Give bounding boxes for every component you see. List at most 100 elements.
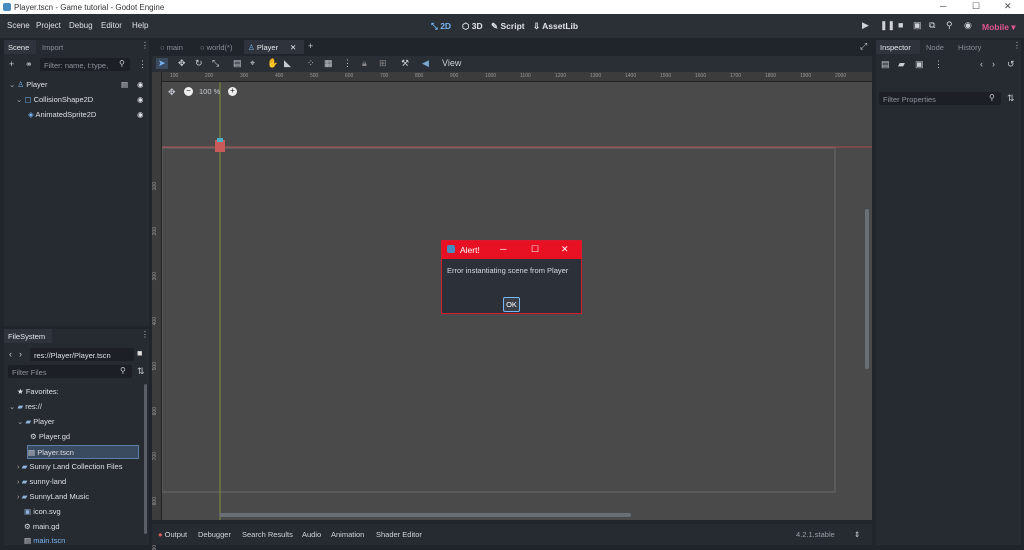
pan-view-icon[interactable]: ✥ xyxy=(168,87,176,98)
dock-menu-icon[interactable]: ⋮ xyxy=(1013,41,1021,50)
menu-editor[interactable]: Editor xyxy=(101,21,122,30)
renderer-selector[interactable]: Mobile ▾ xyxy=(982,22,1016,33)
view-menu[interactable]: View xyxy=(442,58,461,68)
menu-help[interactable]: Help xyxy=(132,21,148,30)
back-icon[interactable]: ‹ xyxy=(9,349,12,359)
ruler-horizontal[interactable]: 100 200 300 400 500 600 700 800 900 1000 1100 1200 1… xyxy=(152,72,872,82)
mode-assetlib-button[interactable]: ⇩ AssetLib xyxy=(533,21,578,32)
add-node-icon[interactable]: + xyxy=(9,59,14,69)
mode-3d-button[interactable]: ⬡ 3D xyxy=(462,21,483,32)
play-custom-icon[interactable]: ⚲ xyxy=(946,20,953,31)
history-forward-icon[interactable]: › xyxy=(992,59,995,69)
tab-scene[interactable]: Scene xyxy=(4,40,36,54)
mode-2d-button[interactable]: ⤡ 2D xyxy=(431,21,451,32)
zoom-level[interactable]: 100 % xyxy=(199,87,220,96)
expand-arrow-icon[interactable]: › xyxy=(17,492,20,501)
file-player-tscn[interactable]: ▤ Player.tscn xyxy=(27,445,139,459)
distraction-free-icon[interactable]: ⤢ xyxy=(860,41,867,52)
dock-menu-icon[interactable]: ⋮ xyxy=(141,330,149,339)
tab-history[interactable]: History xyxy=(954,40,985,54)
tab-node[interactable]: Node xyxy=(922,40,948,54)
property-options-icon[interactable]: ⇅ xyxy=(1007,93,1015,104)
collapse-arrow-icon[interactable]: ⌄ xyxy=(9,80,15,89)
skeleton-icon[interactable]: ⚒ xyxy=(401,58,409,69)
move-mode-icon[interactable]: ✥ xyxy=(178,58,186,69)
collapse-arrow-icon[interactable]: ⌄ xyxy=(16,95,22,104)
list-select-icon[interactable]: ▤ xyxy=(233,58,242,69)
tree-row-animatedsprite2d[interactable]: ◈ AnimatedSprite2D ◉ xyxy=(28,108,149,122)
expand-panel-icon[interactable]: ⇕ xyxy=(854,530,860,539)
pan-mode-icon[interactable]: ✋ xyxy=(267,58,278,69)
expand-arrow-icon[interactable]: › xyxy=(17,477,20,486)
tab-shader-editor[interactable]: Shader Editor xyxy=(376,530,422,539)
tab-import[interactable]: Import xyxy=(38,40,67,54)
tree-row-player[interactable]: ⌄ ♙ Player ▤ ◉ xyxy=(9,78,149,92)
visibility-eye-icon[interactable]: ◉ xyxy=(137,108,144,122)
close-icon[interactable]: ✕ xyxy=(561,244,569,255)
select-mode-icon[interactable]: ➤ xyxy=(156,58,168,69)
tab-output[interactable]: ● Output xyxy=(158,530,187,539)
forward-icon[interactable]: › xyxy=(19,349,22,359)
grid-snap-icon[interactable]: ▦ xyxy=(324,58,333,69)
scale-mode-icon[interactable]: ⤡ xyxy=(212,58,219,69)
play-scene-icon[interactable]: ⧉ xyxy=(929,20,935,31)
camera-override-icon[interactable]: ◀ xyxy=(422,58,429,69)
zoom-out-icon[interactable]: − xyxy=(184,87,193,96)
smart-snap-icon[interactable]: ⁘ xyxy=(307,58,315,69)
pause-icon[interactable]: ❚❚ xyxy=(880,20,895,31)
split-view-icon[interactable]: ■ xyxy=(137,348,142,358)
file-main-gd[interactable]: ⚙ main.gd xyxy=(24,520,60,534)
snap-options-icon[interactable]: ⋮ xyxy=(343,58,352,69)
maximize-icon[interactable]: ☐ xyxy=(972,1,980,12)
history-back-icon[interactable]: ‹ xyxy=(980,59,983,69)
sort-icon[interactable]: ⇅ xyxy=(137,366,145,377)
maximize-icon[interactable]: ☐ xyxy=(531,244,539,255)
script-attached-icon[interactable]: ▤ xyxy=(121,78,128,92)
ruler-vertical[interactable]: 100 200 300 400 500 600 700 800 900 xyxy=(152,72,162,550)
tab-main[interactable]: ○ main xyxy=(156,40,187,54)
viewport-horizontal-scrollbar[interactable] xyxy=(219,513,631,517)
visibility-eye-icon[interactable]: ◉ xyxy=(137,93,144,107)
path-field[interactable]: res://Player/Player.tscn xyxy=(30,348,134,361)
lock-icon[interactable]: 🔒︎ xyxy=(362,58,367,69)
zoom-in-icon[interactable]: + xyxy=(228,87,237,96)
filter-properties-input[interactable]: Filter Properties xyxy=(879,92,1001,105)
close-icon[interactable]: ✕ xyxy=(1004,1,1012,12)
favorites-item[interactable]: ★ Favorites: xyxy=(17,385,59,399)
save-resource-icon[interactable]: ▣ xyxy=(915,59,924,70)
object-history-icon[interactable]: ↺ xyxy=(1007,59,1015,70)
file-main-tscn[interactable]: ▤ main.tscn xyxy=(24,534,65,545)
tab-world[interactable]: ○ world(*) xyxy=(196,40,236,54)
expand-arrow-icon[interactable]: › xyxy=(17,462,20,471)
filesystem-scrollbar[interactable] xyxy=(144,384,147,534)
rotate-mode-icon[interactable]: ↻ xyxy=(195,58,203,69)
tab-animation[interactable]: Animation xyxy=(331,530,364,539)
folder-sunny-land-collection[interactable]: › ▰ Sunny Land Collection Files xyxy=(17,460,122,474)
filter-menu-icon[interactable]: ⋮ xyxy=(138,59,147,70)
menu-debug[interactable]: Debug xyxy=(69,21,93,30)
ruler-mode-icon[interactable]: ◣ xyxy=(284,58,291,69)
menu-scene[interactable]: Scene xyxy=(7,21,30,30)
filter-files-input[interactable]: Filter Files xyxy=(8,365,132,378)
remote-debug-icon[interactable]: ▣ xyxy=(913,20,922,31)
menu-project[interactable]: Project xyxy=(36,21,61,30)
dock-menu-icon[interactable]: ⋮ xyxy=(141,41,149,50)
scene-filter-input[interactable]: Filter: name, t:type, xyxy=(40,58,130,71)
visibility-eye-icon[interactable]: ◉ xyxy=(137,78,144,92)
collapse-arrow-icon[interactable]: ⌄ xyxy=(9,402,15,411)
viewport-vertical-scrollbar[interactable] xyxy=(865,209,869,369)
tab-audio[interactable]: Audio xyxy=(302,530,321,539)
folder-sunny-land[interactable]: › ▰ sunny-land xyxy=(17,475,66,489)
folder-sunnyland-music[interactable]: › ▰ SunnyLand Music xyxy=(17,490,89,504)
resource-menu-icon[interactable]: ⋮ xyxy=(934,59,943,70)
folder-res[interactable]: ⌄ ▰ res:// xyxy=(9,400,42,414)
pivot-icon[interactable]: ⌖ xyxy=(250,58,255,69)
file-player-gd[interactable]: ⚙ Player.gd xyxy=(30,430,70,444)
close-tab-icon[interactable]: ✕ xyxy=(290,43,296,52)
tab-inspector[interactable]: Inspector xyxy=(876,40,920,54)
new-resource-icon[interactable]: ▤ xyxy=(881,59,890,70)
collapse-arrow-icon[interactable]: ⌄ xyxy=(17,417,23,426)
group-icon[interactable]: ⊞ xyxy=(379,58,387,69)
load-resource-icon[interactable]: ▰ xyxy=(898,59,905,70)
play-icon[interactable]: ▶ xyxy=(862,20,869,31)
